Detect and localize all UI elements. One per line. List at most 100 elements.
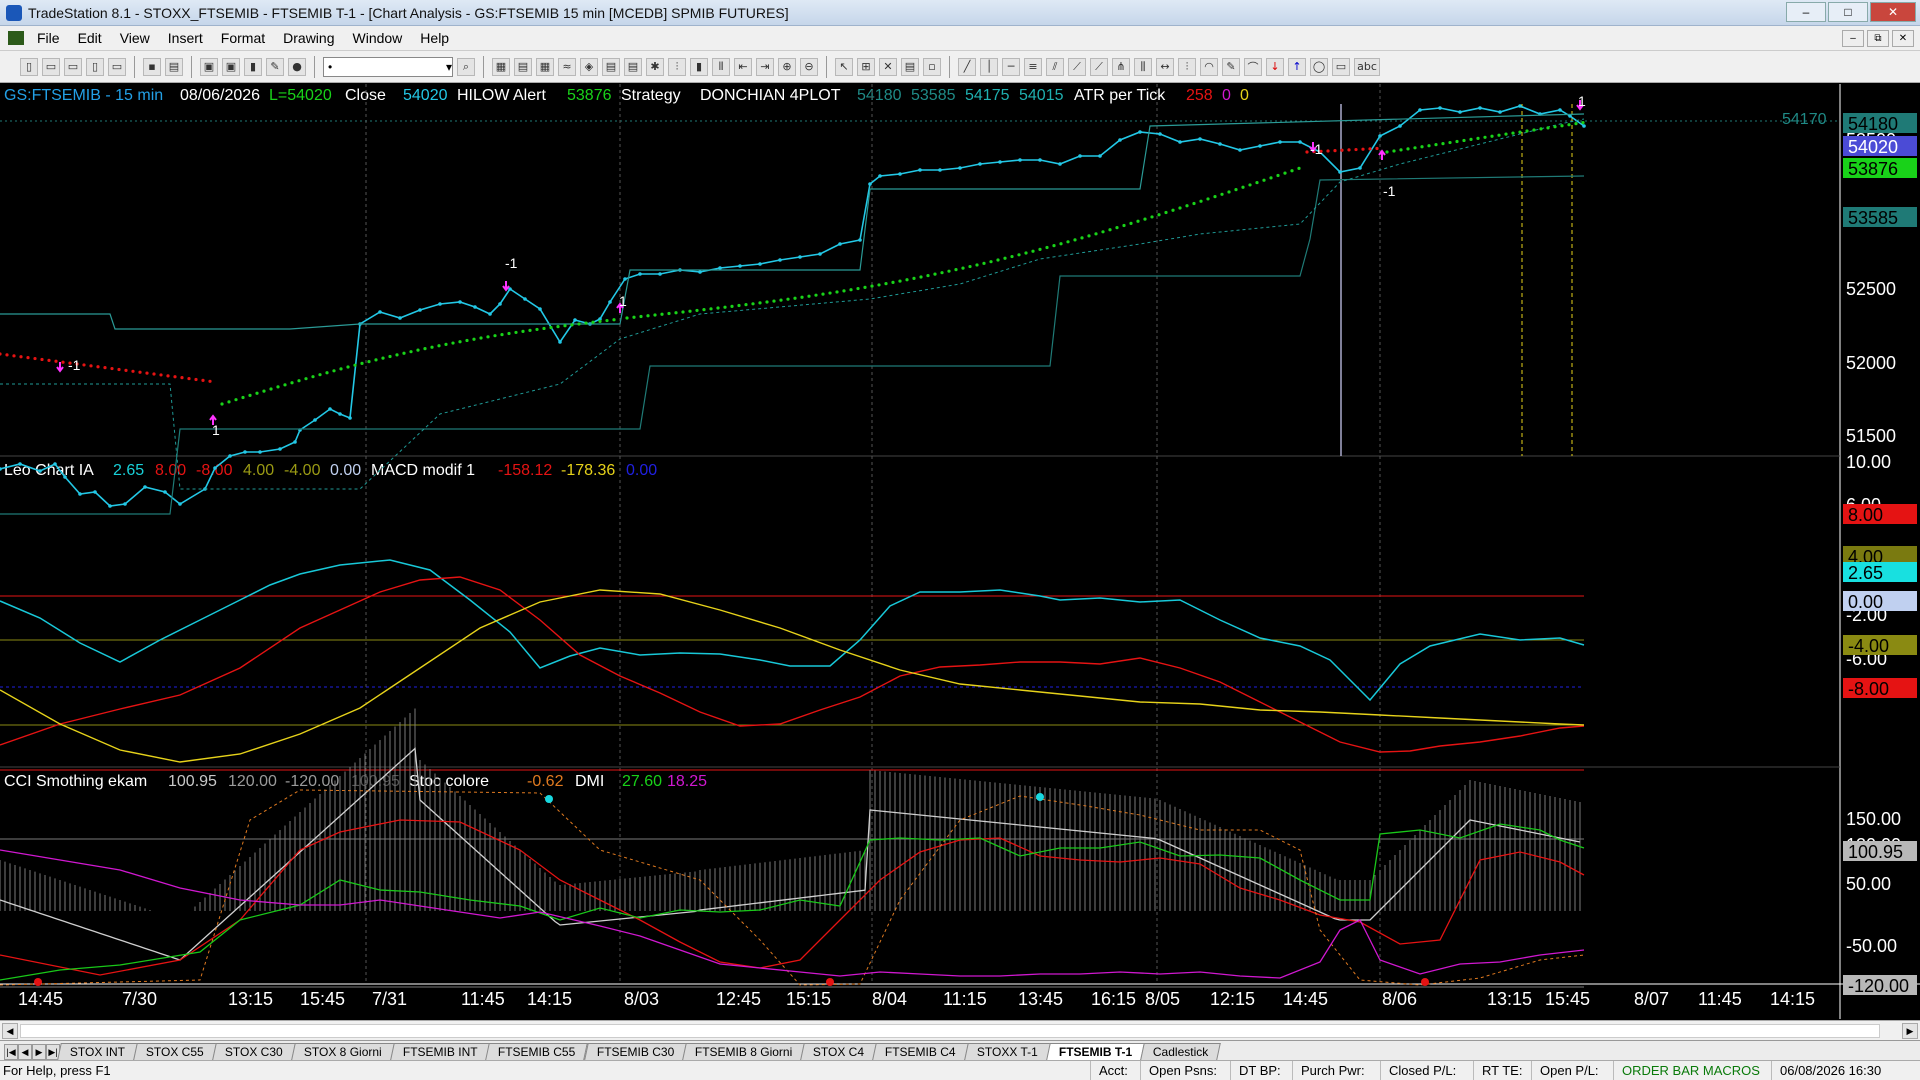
menu-format[interactable]: Format	[212, 30, 274, 46]
tab-ftsemib-c30[interactable]: FTSEMIB C30	[583, 1043, 687, 1060]
mdi-minimize-button[interactable]: –	[1842, 30, 1864, 47]
symbol-lookup-icon[interactable]: ⌕	[457, 57, 475, 76]
new-workspace-icon[interactable]: ▯	[86, 57, 104, 76]
curve-icon[interactable]: ⌒	[1244, 57, 1262, 76]
menu-insert[interactable]: Insert	[159, 30, 212, 46]
menu-help[interactable]: Help	[411, 30, 458, 46]
tab-cadlestick[interactable]: Cadlestick	[1140, 1043, 1222, 1060]
price-point	[1378, 134, 1382, 138]
open-icon[interactable]: ▭	[42, 57, 60, 76]
hilow-dot	[1427, 144, 1431, 148]
matrix-icon[interactable]: ▦	[536, 57, 554, 76]
tab-ftsemib-t-1[interactable]: FTSEMIB T-1	[1046, 1043, 1146, 1060]
hilow-dot	[304, 377, 308, 381]
arrow-up-icon[interactable]: ↑	[1288, 57, 1306, 76]
tab-next-icon[interactable]: ▶	[32, 1044, 46, 1060]
channel-icon[interactable]: ⫽	[1046, 57, 1064, 76]
window-icon[interactable]: ▣	[200, 57, 218, 76]
menu-file[interactable]: File	[28, 30, 69, 46]
candles-icon[interactable]: ▮	[690, 57, 708, 76]
report-icon[interactable]: ▤	[624, 57, 642, 76]
tab-stox-c4[interactable]: STOX C4	[800, 1043, 878, 1060]
scrollbar-track[interactable]	[20, 1024, 1880, 1038]
fibonacci-icon[interactable]: ≡	[1024, 57, 1042, 76]
mdi-restore-button[interactable]: ⧉	[1867, 30, 1889, 47]
chart-window-icon[interactable]	[8, 31, 24, 45]
arrow-both-icon[interactable]: ↔	[1156, 57, 1174, 76]
hilow-dot	[1087, 234, 1091, 238]
maximize-button[interactable]: □	[1828, 2, 1868, 22]
tab-ftsemib-int[interactable]: FTSEMIB INT	[389, 1043, 491, 1060]
news-icon[interactable]: ▤	[602, 57, 620, 76]
menu-window[interactable]: Window	[344, 30, 412, 46]
mdi-close-button[interactable]: ✕	[1892, 30, 1914, 47]
tab-ftsemib-c4[interactable]: FTSEMIB C4	[872, 1043, 969, 1060]
speed-lines-icon[interactable]: ⟋	[1090, 57, 1108, 76]
trendline-icon[interactable]: ╱	[958, 57, 976, 76]
pen-icon[interactable]: ✎	[1222, 57, 1240, 76]
pointer-icon[interactable]: ↖	[835, 57, 853, 76]
scroll-right-icon[interactable]: ⇥	[756, 57, 774, 76]
format-icon[interactable]: ▫	[923, 57, 941, 76]
tab-stoxx-t-1[interactable]: STOXX T-1	[964, 1043, 1051, 1060]
color-icon[interactable]: ●	[288, 57, 306, 76]
horizontal-line-icon[interactable]: ─	[1002, 57, 1020, 76]
arrow-down-icon[interactable]: ↓	[1266, 57, 1284, 76]
radar-icon[interactable]: ▤	[514, 57, 532, 76]
minimize-button[interactable]: –	[1786, 2, 1826, 22]
options-icon[interactable]: ◈	[580, 57, 598, 76]
tab-stox-c30[interactable]: STOX C30	[212, 1043, 296, 1060]
tab-ftsemib-c55[interactable]: FTSEMIB C55	[485, 1043, 589, 1060]
hilow-dot	[919, 275, 923, 279]
menu-edit[interactable]: Edit	[69, 30, 111, 46]
regression-icon[interactable]: ⫼	[1134, 57, 1152, 76]
tab-stox-8-giorni[interactable]: STOX 8 Giorni	[290, 1043, 395, 1060]
order-bar-macros[interactable]: ORDER BAR MACROS	[1613, 1061, 1771, 1080]
tab-first-icon[interactable]: |◀	[4, 1044, 18, 1060]
text-icon[interactable]: abc	[1354, 57, 1380, 76]
tab-prev-icon[interactable]: ◀	[18, 1044, 32, 1060]
zoom-in-icon[interactable]: ⊕	[778, 57, 796, 76]
time-zones-icon[interactable]: ⫶	[1178, 57, 1196, 76]
zoom-out-icon[interactable]: ⊖	[800, 57, 818, 76]
tab-stox-c55[interactable]: STOX C55	[133, 1043, 217, 1060]
ellipse-icon[interactable]: ◯	[1310, 57, 1328, 76]
horizontal-scrollbar[interactable]: ◀ ▶	[0, 1020, 1920, 1040]
vertical-line-icon[interactable]: │	[980, 57, 998, 76]
chart-canvas[interactable]: GS:FTSEMIB - 15 min 08/06/2026 L=54020 C…	[0, 84, 1920, 1019]
symbol-combo[interactable]: • ▾	[323, 56, 453, 77]
scanner-icon[interactable]: ≈	[558, 57, 576, 76]
menu-view[interactable]: View	[111, 30, 159, 46]
scroll-left-arrow-icon[interactable]: ◀	[2, 1023, 18, 1039]
scroll-left-icon[interactable]: ⇤	[734, 57, 752, 76]
chart-area[interactable]: GS:FTSEMIB - 15 min 08/06/2026 L=54020 C…	[0, 84, 1920, 1019]
print-icon[interactable]: ▤	[165, 57, 183, 76]
scroll-right-arrow-icon[interactable]: ▶	[1902, 1023, 1918, 1039]
folder-icon[interactable]: ▭	[108, 57, 126, 76]
open-workspace-icon[interactable]: ▭	[64, 57, 82, 76]
data-tips-icon[interactable]: ⊞	[857, 57, 875, 76]
hilow-dot	[1178, 206, 1182, 210]
new-icon[interactable]: ▯	[20, 57, 38, 76]
hilow-dot	[262, 389, 266, 393]
menu-drawing[interactable]: Drawing	[274, 30, 343, 46]
hilow-dot	[1248, 183, 1252, 187]
bar-spacing-icon[interactable]: ⫴	[712, 57, 730, 76]
hilow-dot	[283, 383, 287, 387]
rectangle-icon[interactable]: ▭	[1332, 57, 1350, 76]
close-button[interactable]: ✕	[1870, 2, 1916, 22]
tools-icon[interactable]: ✕	[879, 57, 897, 76]
tab-stox-int[interactable]: STOX INT	[57, 1043, 138, 1060]
bars-icon[interactable]: ⫶	[668, 57, 686, 76]
andrews-pitchfork-icon[interactable]: ⋔	[1112, 57, 1130, 76]
save-icon[interactable]: ▪	[143, 57, 161, 76]
chart-analysis-icon[interactable]: ▦	[492, 57, 510, 76]
gann-fan-icon[interactable]: ⟋	[1068, 57, 1086, 76]
window-alt-icon[interactable]: ▣	[222, 57, 240, 76]
tab-ftsemib-8-giorni[interactable]: FTSEMIB 8 Giorni	[682, 1043, 806, 1060]
lock-icon[interactable]: ▮	[244, 57, 262, 76]
brush-icon[interactable]: ✎	[266, 57, 284, 76]
gear-icon[interactable]: ✱	[646, 57, 664, 76]
insert-analysis-icon[interactable]: ▤	[901, 57, 919, 76]
arc-icon[interactable]: ◠	[1200, 57, 1218, 76]
